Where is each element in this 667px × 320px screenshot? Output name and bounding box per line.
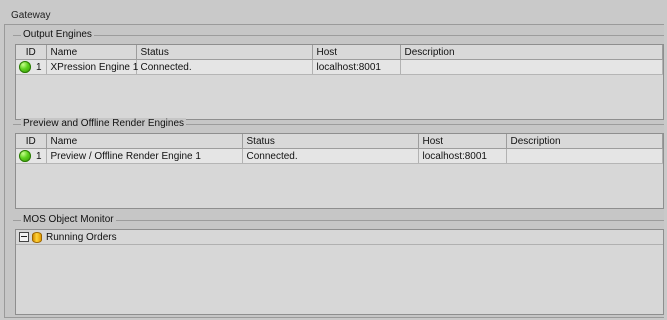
col-header-id[interactable]: ID	[16, 134, 47, 149]
mos-object-tree[interactable]: Running Orders	[15, 229, 664, 315]
engine-status: Connected.	[136, 59, 313, 75]
gateway-panel: Output Engines ID Name Status Host Descr…	[4, 24, 664, 318]
database-icon	[32, 231, 42, 243]
engine-name: XPression Engine 1	[46, 59, 138, 75]
col-header-status[interactable]: Status	[242, 134, 419, 149]
mos-monitor-legend: MOS Object Monitor	[21, 214, 116, 226]
engine-host: localhost:8001	[418, 148, 507, 164]
engine-description	[506, 148, 663, 164]
col-header-id[interactable]: ID	[16, 45, 47, 60]
output-engines-legend: Output Engines	[21, 29, 94, 41]
col-header-description[interactable]: Description	[400, 45, 663, 60]
tree-item-running-orders[interactable]: Running Orders	[16, 230, 663, 245]
collapse-icon[interactable]	[19, 232, 29, 242]
engine-description	[400, 59, 663, 75]
preview-engines-header-row: ID Name Status Host Description	[16, 134, 663, 149]
col-header-host[interactable]: Host	[312, 45, 401, 60]
output-engines-group: Output Engines ID Name Status Host Descr…	[13, 29, 664, 122]
engine-name: Preview / Offline Render Engine 1	[46, 148, 243, 164]
engine-host: localhost:8001	[312, 59, 401, 75]
connected-status-icon	[19, 150, 31, 162]
col-header-name[interactable]: Name	[46, 45, 137, 60]
engine-status: Connected.	[242, 148, 419, 164]
window-title: Gateway	[11, 10, 51, 21]
engine-id: 1	[35, 61, 42, 73]
output-engines-header-row: ID Name Status Host Description	[16, 45, 663, 60]
output-engines-grid[interactable]: ID Name Status Host Description 1 XPress…	[15, 44, 664, 120]
col-header-host[interactable]: Host	[418, 134, 507, 149]
preview-engines-group: Preview and Offline Render Engines ID Na…	[13, 118, 664, 211]
mos-monitor-group: MOS Object Monitor Running Orders	[13, 214, 664, 315]
preview-engines-grid[interactable]: ID Name Status Host Description 1 Previe…	[15, 133, 664, 209]
engine-id: 1	[35, 150, 42, 162]
table-row[interactable]: 1 XPression Engine 1 Connected. localhos…	[16, 59, 663, 75]
col-header-name[interactable]: Name	[46, 134, 243, 149]
col-header-status[interactable]: Status	[136, 45, 313, 60]
table-row[interactable]: 1 Preview / Offline Render Engine 1 Conn…	[16, 148, 663, 164]
tree-item-label: Running Orders	[46, 231, 117, 243]
engine-id-cell: 1	[16, 59, 47, 75]
engine-id-cell: 1	[16, 148, 47, 164]
connected-status-icon	[19, 61, 31, 73]
preview-engines-legend: Preview and Offline Render Engines	[21, 118, 187, 130]
col-header-description[interactable]: Description	[506, 134, 663, 149]
